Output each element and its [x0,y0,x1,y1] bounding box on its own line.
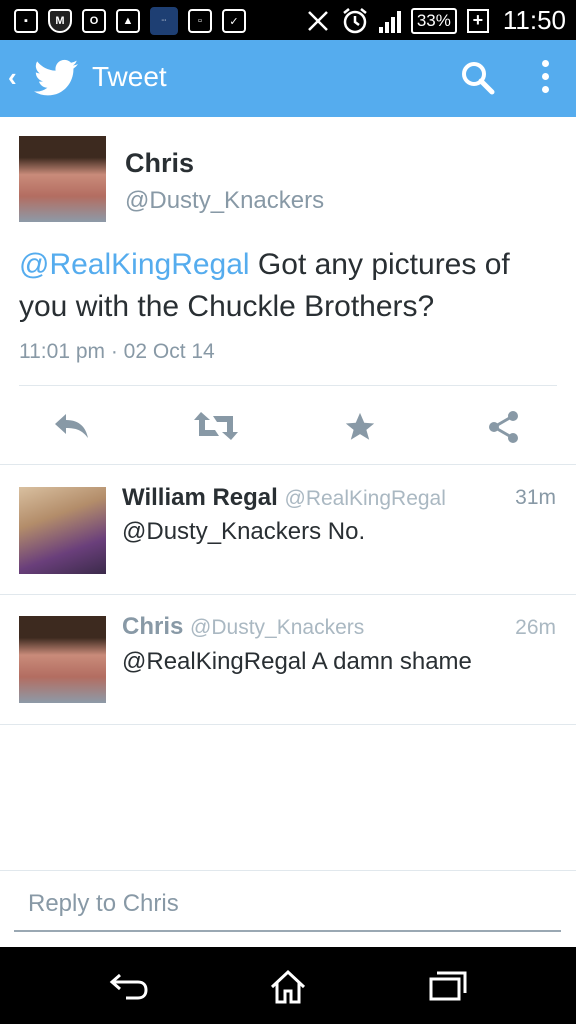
share-icon[interactable] [487,410,521,444]
reply-author-name: Chris [122,613,184,640]
battery-indicator: 33% [410,7,457,34]
tweet-text: @RealKingRegal Got any pictures of you w… [19,244,559,328]
retweet-icon[interactable] [193,410,239,442]
recent-apps-icon[interactable] [428,969,468,1003]
divider [0,870,576,871]
lounge-icon: ··· [150,7,178,35]
outlook-icon: O [82,9,106,33]
gallery-icon: ▲ [116,9,140,33]
page-title: Tweet [92,61,167,92]
mention-link[interactable]: @RealKingRegal [19,248,250,281]
back-button[interactable]: ‹ [8,62,17,93]
author-handle[interactable]: @Dusty_Knackers [125,187,324,215]
tweet-actions [0,400,576,456]
author-name[interactable]: Chris [125,148,194,179]
reply-input[interactable]: Reply to Chris [14,890,561,932]
reply-icon[interactable] [52,410,92,442]
reply-time: 31m [515,486,556,509]
reply-author[interactable]: Chris @Dusty_Knackers [122,613,364,641]
reply-author[interactable]: William Regal @RealKingRegal [122,484,446,512]
tweet-timestamp: 11:01 pm · 02 Oct 14 [19,340,215,363]
status-bar: ▪ M O ▲ ··· ▫ ✓ 33% + 11:50 [0,0,576,40]
avatar[interactable] [19,616,106,703]
signal-icon [378,9,401,33]
reply-author-handle: @Dusty_Knackers [190,616,365,639]
avatar[interactable] [19,487,106,574]
avatar[interactable] [19,136,106,222]
reply-author-name: William Regal [122,484,278,511]
divider [0,464,576,465]
action-bar: ‹ Tweet [0,40,576,117]
reply-text: @Dusty_Knackers No. [122,518,366,545]
navigation-bar [0,947,576,1024]
charging-icon: + [466,8,489,33]
divider [19,385,557,386]
clock: 11:50 [502,5,566,35]
briefcase-icon: ✓ [222,9,246,33]
system-icons: 33% + 11:50 [305,5,566,36]
back-nav-icon[interactable] [108,969,150,1003]
home-icon[interactable] [268,969,308,1005]
no-signal-icon [307,10,328,31]
reply-time: 26m [515,616,556,639]
divider [0,594,576,595]
alarm-icon [343,7,367,33]
mcafee-icon: M [48,9,72,33]
reply-author-handle: @RealKingRegal [284,487,446,510]
reply-text: @RealKingRegal A damn shame [122,648,472,675]
twitter-bird-icon[interactable] [34,58,78,98]
notification-icons: ▪ M O ▲ ··· ▫ ✓ [14,7,246,35]
search-icon[interactable] [460,60,496,96]
overflow-menu-icon[interactable] [542,60,549,99]
favorite-star-icon[interactable] [343,410,377,444]
divider [0,724,576,725]
message-icon: ▪ [14,9,38,33]
screen-icon: ▫ [188,9,212,33]
